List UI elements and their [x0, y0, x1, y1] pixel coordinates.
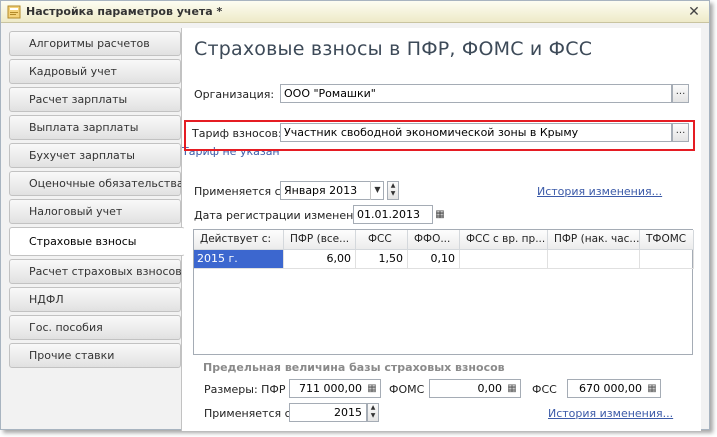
sidebar-item-other-rates[interactable]: Прочие ставки	[9, 343, 181, 368]
table-cell[interactable]: 0,10	[408, 250, 460, 269]
column-header-fss-harmful[interactable]: ФСС с вр. пр...	[460, 230, 548, 250]
calendar-icon[interactable]: ▦	[433, 206, 447, 223]
column-header-ffoms[interactable]: ФФО...	[408, 230, 460, 250]
spin-up-icon[interactable]: ▲	[388, 182, 398, 190]
fss-label: ФСС	[532, 383, 557, 396]
sidebar-item-tax-accounting[interactable]: Налоговый учет	[9, 199, 181, 224]
form-icon	[7, 5, 21, 19]
tariff-highlight-frame	[184, 120, 695, 151]
sizes-pfr-label: Размеры: ПФР	[204, 383, 286, 396]
table-cell[interactable]	[548, 250, 640, 269]
spin-down-icon[interactable]: ▼	[388, 190, 398, 198]
registration-date-label: Дата регистрации изменений:	[194, 209, 372, 222]
limit-history-link[interactable]: История изменения...	[548, 407, 673, 420]
sidebar-item-payroll-calc[interactable]: Расчет зарплаты	[9, 87, 181, 112]
main-panel: Страховые взносы в ПФР, ФОМС и ФСС Орган…	[181, 28, 701, 431]
calculator-icon[interactable]: ▦	[505, 380, 519, 397]
sidebar-item-insurance-calc[interactable]: Расчет страховых взносов	[9, 259, 182, 284]
organization-select-button[interactable]: ...	[672, 84, 689, 103]
sidebar-item-estimated-liabilities[interactable]: Оценочные обязательства	[9, 171, 184, 196]
organization-label: Организация:	[194, 88, 275, 101]
foms-label: ФОМС	[389, 383, 425, 396]
sidebar-item-state-benefits[interactable]: Гос. пособия	[9, 315, 181, 340]
applies-from-stepper[interactable]: ▲ ▼	[387, 181, 399, 200]
registration-date-field[interactable]: 01.01.2013	[353, 205, 433, 224]
sidebar-item-insurance[interactable]: Страховые взносы	[9, 227, 185, 256]
table-cell[interactable]	[460, 250, 548, 269]
limit-section-title: Предельная величина базы страховых взнос…	[203, 361, 505, 374]
spin-down-icon[interactable]: ▼	[368, 412, 378, 420]
column-header-tfoms[interactable]: ТФОМС	[640, 230, 694, 250]
sidebar-item-hr[interactable]: Кадровый учет	[9, 59, 181, 84]
rates-table[interactable]: Действует с: ПФР (все... ФСС ФФО... ФСС …	[193, 229, 694, 355]
spin-up-icon[interactable]: ▲	[368, 404, 378, 412]
sidebar-item-ndfl[interactable]: НДФЛ	[9, 287, 181, 312]
history-link[interactable]: История изменения...	[537, 185, 662, 198]
column-header-fss[interactable]: ФСС	[356, 230, 408, 250]
limit-year-stepper[interactable]: ▲ ▼	[367, 403, 379, 422]
column-header-pfr[interactable]: ПФР (все...	[284, 230, 356, 250]
sidebar-item-payroll-accounting[interactable]: Бухучет зарплаты	[9, 143, 181, 168]
applies-from-field[interactable]: Января 2013	[280, 181, 384, 200]
sidebar-item-algorithms[interactable]: Алгоритмы расчетов	[9, 31, 181, 56]
applies-from-label: Применяется с:	[194, 185, 285, 198]
sidebar-item-payroll-payment[interactable]: Выплата зарплаты	[9, 115, 181, 140]
window-title: Настройка параметров учета *	[26, 5, 223, 18]
limit-applies-field[interactable]: 2015	[289, 403, 367, 422]
table-cell[interactable]: 1,50	[356, 250, 408, 269]
limit-applies-label: Применяется с:	[204, 407, 295, 420]
organization-field[interactable]: ООО "Ромашки"	[280, 84, 672, 103]
table-cell[interactable]: 2015 г.	[194, 250, 284, 269]
applies-from-value: Января 2013	[284, 184, 358, 197]
chevron-down-icon[interactable]: ▼	[370, 181, 384, 200]
calculator-icon[interactable]: ▦	[645, 380, 659, 397]
title-bar: Настройка параметров учета * ✕	[1, 1, 709, 23]
table-cell[interactable]: 6,00	[284, 250, 356, 269]
column-header-pfr-accum[interactable]: ПФР (нак. час...	[548, 230, 640, 250]
column-header-effective[interactable]: Действует с:	[194, 230, 284, 250]
page-title: Страховые взносы в ПФР, ФОМС и ФСС	[194, 38, 593, 60]
close-icon[interactable]: ✕	[686, 4, 702, 20]
settings-window: Настройка параметров учета * ✕ Алгоритмы…	[0, 0, 710, 431]
calculator-icon[interactable]: ▦	[365, 380, 379, 397]
table-cell[interactable]	[640, 250, 694, 269]
